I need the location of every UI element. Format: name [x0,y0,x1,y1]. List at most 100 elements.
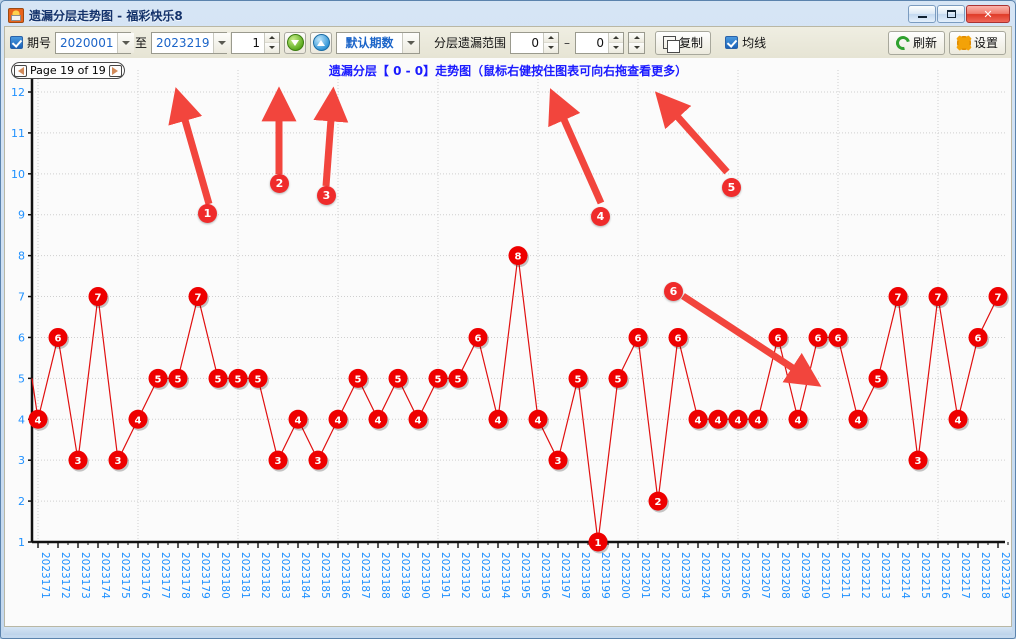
annotation-badge-6: 6 [664,282,683,301]
step-spinner-buttons[interactable] [264,33,279,53]
svg-text:4: 4 [795,415,802,426]
down-arrow-icon [287,34,304,51]
range-label: 分层遗漏范围 [434,34,506,51]
svg-text:2: 2 [655,497,662,508]
range-min-spinner-buttons[interactable] [543,33,558,53]
svg-text:2023189: 2023189 [399,552,411,599]
chevron-down-icon[interactable] [402,33,419,53]
svg-text:4: 4 [855,415,862,426]
svg-text:2023178: 2023178 [179,552,191,599]
svg-text:2023214: 2023214 [899,552,911,599]
svg-text:2023196: 2023196 [539,552,551,599]
range-min-down-button[interactable] [544,43,558,53]
chart-area: Page 19 of 19 遗漏分层【 0 - 0】走势图（鼠标右健按住图表可向… [4,58,1012,627]
svg-text:3: 3 [275,456,282,467]
range-max-spinner[interactable]: 0 [575,32,624,54]
period-from-combo[interactable]: 2020001 [55,32,131,54]
scroll-down-button[interactable] [284,32,306,54]
average-line-checkbox[interactable] [725,36,738,49]
svg-text:7: 7 [995,293,1002,304]
svg-text:6: 6 [635,333,642,344]
svg-text:2023180: 2023180 [219,552,231,599]
svg-text:5: 5 [455,374,462,385]
status-bar [4,627,1012,635]
window-title: 遗漏分层走势图 - 福彩快乐8 [29,7,183,24]
svg-text:8: 8 [18,250,25,263]
annotation-badge-1: 1 [198,204,217,223]
average-line-label: 均线 [742,34,766,51]
range-dash: – [563,36,571,50]
svg-text:2023204: 2023204 [699,552,711,599]
svg-text:4: 4 [955,415,962,426]
trend-chart[interactable]: 1234567891011122023171202317220231732023… [5,58,1011,627]
preset-combo[interactable]: 默认期数 [336,32,420,54]
extra-up-button[interactable] [629,33,644,44]
svg-text:5: 5 [235,374,242,385]
extra-down-button[interactable] [629,43,644,53]
svg-text:2023198: 2023198 [579,552,591,599]
range-max-spinner-buttons[interactable] [608,33,623,53]
step-down-button[interactable] [265,43,279,53]
svg-text:6: 6 [815,333,822,344]
svg-text:4: 4 [715,415,722,426]
step-value: 1 [232,36,264,50]
svg-text:7: 7 [895,293,902,304]
svg-text:2023185: 2023185 [319,552,331,599]
svg-text:5: 5 [255,374,262,385]
period-from-value: 2020001 [56,36,117,50]
range-min-up-button[interactable] [544,33,558,44]
svg-text:2023199: 2023199 [599,552,611,599]
svg-text:2023190: 2023190 [419,552,431,599]
pager[interactable]: Page 19 of 19 [11,62,125,79]
window-controls: ✕ [908,5,1010,23]
svg-text:5: 5 [575,374,582,385]
period-checkbox[interactable] [10,36,23,49]
step-up-button[interactable] [265,33,279,44]
svg-text:5: 5 [175,374,182,385]
svg-text:5: 5 [875,374,882,385]
scroll-up-button[interactable] [310,32,332,54]
range-min-spinner[interactable]: 0 [510,32,559,54]
period-to-combo[interactable]: 2023219 [151,32,227,54]
preset-value: 默认期数 [337,34,402,51]
range-max-down-button[interactable] [609,43,623,53]
svg-text:9: 9 [18,209,25,222]
toolbar: 期号 2020001 至 2023219 1 默认期数 分层遗漏范围 [4,26,1012,58]
chevron-down-icon[interactable] [117,33,134,53]
svg-text:2023192: 2023192 [459,552,471,599]
svg-text:2023182: 2023182 [259,552,271,599]
svg-text:4: 4 [375,415,382,426]
refresh-button[interactable]: 刷新 [888,31,945,55]
svg-text:2023191: 2023191 [439,552,451,599]
svg-text:5: 5 [18,372,25,385]
svg-text:4: 4 [535,415,542,426]
svg-text:5: 5 [215,374,222,385]
extra-spinner-buttons[interactable] [629,33,644,53]
svg-text:1: 1 [18,536,25,549]
svg-text:2023215: 2023215 [919,552,931,599]
svg-text:4: 4 [495,415,502,426]
step-spinner[interactable]: 1 [231,32,280,54]
extra-spinner[interactable] [628,32,645,54]
svg-text:2023197: 2023197 [559,552,571,599]
minimize-button[interactable] [908,5,936,23]
svg-text:6: 6 [55,333,62,344]
maximize-button[interactable] [937,5,965,23]
chevron-down-icon[interactable] [213,33,230,53]
svg-text:2023177: 2023177 [159,552,171,599]
close-button[interactable]: ✕ [966,5,1010,23]
settings-button[interactable]: 设置 [949,31,1006,55]
range-max-up-button[interactable] [609,33,623,44]
svg-text:2023175: 2023175 [119,552,131,599]
svg-text:7: 7 [18,291,25,304]
svg-text:6: 6 [775,333,782,344]
svg-text:6: 6 [975,333,982,344]
title-bar: 遗漏分层走势图 - 福彩快乐8 ✕ [4,4,1012,26]
next-page-button[interactable] [109,65,122,77]
prev-page-button[interactable] [14,65,27,77]
svg-text:7: 7 [935,293,942,304]
refresh-icon [893,33,912,52]
copy-button[interactable]: 复制 [655,31,711,55]
svg-text:2023203: 2023203 [679,552,691,599]
annotation-badge-3: 3 [317,186,336,205]
